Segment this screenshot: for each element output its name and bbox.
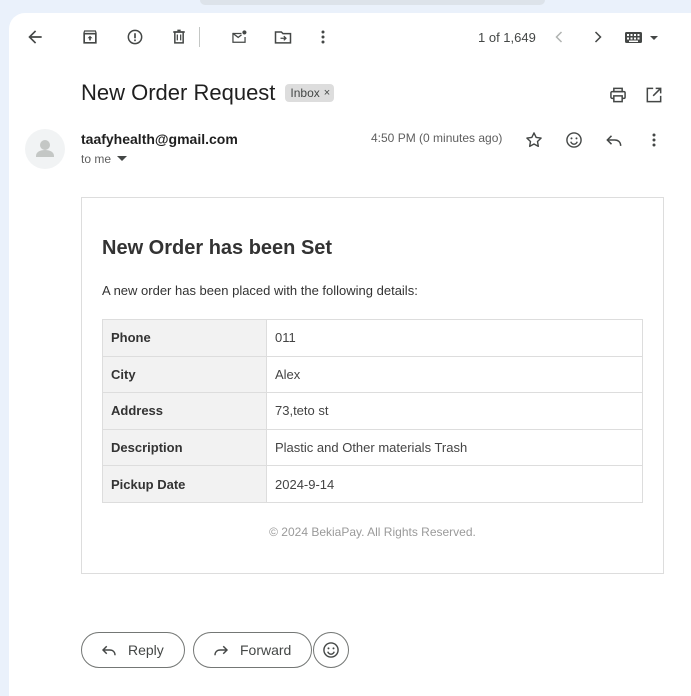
detail-key: Phone <box>102 319 267 357</box>
mark-unread-icon[interactable] <box>224 22 254 52</box>
email-footer-copyright: © 2024 BekiaPay. All Rights Reserved. <box>269 525 476 539</box>
table-row: Description Plastic and Other materials … <box>102 428 643 467</box>
email-subject: New Order Request <box>81 80 276 105</box>
move-to-icon[interactable] <box>268 22 298 52</box>
remove-label-icon[interactable]: × <box>324 87 330 99</box>
email-body-title: New Order has been Set <box>102 237 333 259</box>
detail-value: 73,teto st <box>266 392 643 430</box>
toolbar-divider <box>199 27 200 47</box>
table-row: Pickup Date 2024-9-14 <box>102 465 643 503</box>
detail-key: Pickup Date <box>102 465 267 503</box>
recipient-details[interactable]: to me <box>81 152 128 166</box>
reply-icon[interactable] <box>602 128 626 152</box>
message-more-icon[interactable] <box>642 128 666 152</box>
avatar <box>25 129 65 169</box>
detail-key: Description <box>102 428 267 467</box>
label-chip-text: Inbox <box>290 86 320 100</box>
open-new-window-icon[interactable] <box>643 84 665 106</box>
delete-icon[interactable] <box>164 22 194 52</box>
table-row: Address 73,teto st <box>102 392 643 430</box>
star-icon[interactable] <box>522 128 546 152</box>
input-tools-keyboard-icon[interactable] <box>622 29 662 47</box>
reply-button-label: Reply <box>128 642 164 658</box>
reply-button[interactable]: Reply <box>81 632 185 668</box>
inbox-label-chip[interactable]: Inbox × <box>285 84 335 102</box>
emoji-reaction-button[interactable] <box>313 632 349 668</box>
newer-chevron-icon[interactable] <box>544 22 574 52</box>
older-chevron-icon[interactable] <box>583 22 613 52</box>
back-arrow-icon[interactable] <box>20 22 50 52</box>
emoji-reaction-icon[interactable] <box>562 128 586 152</box>
chevron-down-icon <box>117 156 128 161</box>
detail-value: 011 <box>266 319 643 357</box>
pager-count: 1 of 1,649 <box>478 30 536 45</box>
detail-value: 2024-9-14 <box>266 465 643 503</box>
detail-value: Plastic and Other materials Trash <box>266 428 643 467</box>
forward-button[interactable]: Forward <box>193 632 313 668</box>
more-vert-icon[interactable] <box>308 22 338 52</box>
email-body-card: New Order has been Set A new order has b… <box>81 197 664 574</box>
table-row: Phone 011 <box>102 319 643 357</box>
report-spam-icon[interactable] <box>120 22 150 52</box>
order-details-table: Phone 011 City Alex Address 73,teto st D… <box>102 319 643 503</box>
forward-icon <box>214 645 229 656</box>
subject-row: New Order Request Inbox × <box>81 80 335 106</box>
toolbar: 1 of 1,649 <box>0 0 691 50</box>
message-time: 4:50 PM (0 minutes ago) <box>371 131 503 145</box>
emoji-icon <box>323 642 339 658</box>
detail-value: Alex <box>266 355 643 394</box>
forward-button-label: Forward <box>240 642 292 658</box>
email-body-intro: A new order has been placed with the fol… <box>102 283 418 298</box>
print-icon[interactable] <box>607 84 629 106</box>
reply-icon <box>101 645 116 656</box>
detail-key: Address <box>102 392 267 430</box>
recipient-label: to me <box>81 152 112 166</box>
table-row: City Alex <box>102 355 643 394</box>
archive-icon[interactable] <box>75 22 105 52</box>
sender-email[interactable]: taafyhealth@gmail.com <box>81 131 238 147</box>
detail-key: City <box>102 355 267 394</box>
